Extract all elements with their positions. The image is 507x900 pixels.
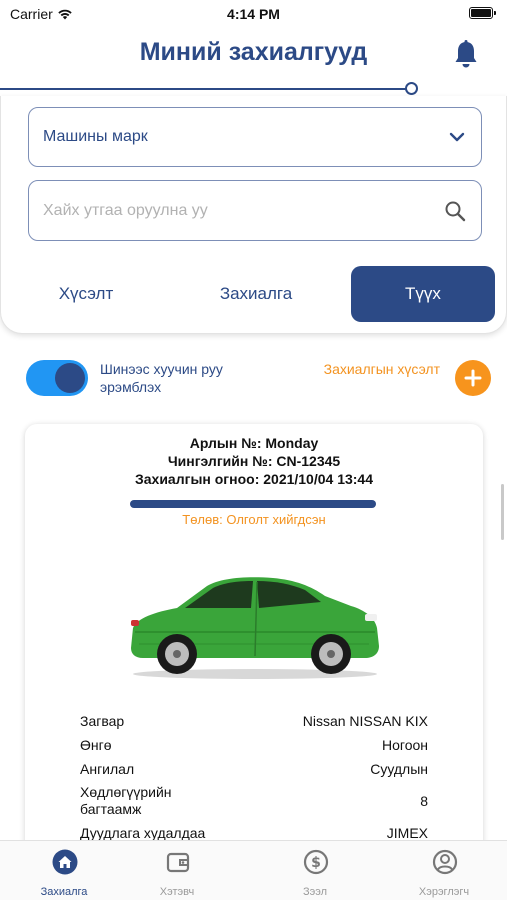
nav-item-user[interactable]: Хэрэглэгч (394, 841, 494, 900)
search-input[interactable] (43, 201, 423, 220)
spec-value: Nissan NISSAN KIX (302, 713, 428, 729)
order-request-label[interactable]: Захиалгын хүсэлт (320, 360, 440, 378)
nav-label: Захиалга (40, 886, 88, 898)
nav-label: Зээл (302, 886, 328, 898)
nav-item-loan[interactable]: $ Зээл (265, 841, 365, 900)
wallet-icon (166, 852, 190, 873)
order-card[interactable]: Арлын №: Monday Чингэлгийн №: CN-12345 З… (25, 424, 483, 864)
page-title: Миний захиалгууд (139, 38, 368, 66)
sort-label: Шинээс хуучин руу эрэмблэх (100, 361, 223, 395)
toggle-knob (55, 363, 85, 393)
home-icon (52, 849, 78, 875)
spec-value: Ногоон (382, 737, 428, 753)
container-number: Чингэлгийн №: CN-12345 (167, 453, 341, 469)
nav-item-orders[interactable]: Захиалга (14, 841, 114, 900)
progress-track (0, 88, 408, 90)
bottom-nav: Захиалга Хэтэвч $ Зээл Хэрэглэгч (0, 840, 507, 900)
car-image (131, 577, 379, 679)
sort-toggle[interactable] (26, 360, 88, 396)
tab-orders[interactable]: Захиалга (197, 266, 315, 322)
add-request-button[interactable] (455, 360, 491, 396)
spec-value: 8 (420, 793, 428, 809)
chevron-down-icon (449, 132, 465, 142)
tab-bar: Хүсэлт Захиалга Түүх (1, 266, 507, 322)
payment-status: Төлөв: Олголт хийгдсэн (182, 512, 326, 527)
plate-number: Арлын №: Monday (189, 435, 319, 451)
brand-select[interactable]: Машины марк (28, 107, 482, 167)
clock: 4:14 PM (227, 6, 280, 22)
plus-icon (464, 369, 482, 387)
spec-row-category: Ангилал Суудлын (80, 761, 428, 778)
nav-item-wallet[interactable]: Хэтэвч (127, 841, 227, 900)
dollar-icon: $ (303, 849, 329, 875)
bell-icon[interactable] (453, 40, 479, 68)
nav-label: Хэрэглэгч (418, 886, 470, 898)
search-box (28, 180, 482, 241)
spec-label: Өнгө (80, 737, 112, 753)
brand-select-value: Машины марк (43, 128, 148, 145)
tab-history[interactable]: Түүх (351, 266, 495, 322)
spec-row-model: Загвар Nissan NISSAN KIX (80, 713, 428, 730)
progress-knob (405, 82, 418, 95)
battery-icon (469, 7, 496, 19)
spec-label: Загвар (80, 713, 125, 729)
user-icon (432, 849, 458, 875)
tab-requests[interactable]: Хүсэлт (31, 266, 141, 322)
spec-row-color: Өнгө Ногоон (80, 737, 428, 754)
status-bar: Carrier 4:14 PM (0, 0, 507, 28)
svg-text:$: $ (311, 855, 321, 871)
nav-label: Хэтэвч (159, 886, 195, 898)
status-bar-indicator (130, 500, 376, 508)
spec-value: Суудлын (370, 761, 428, 777)
filter-panel: Машины марк Хүсэлт Захиалга Түүх (0, 96, 507, 334)
spec-label: Хөдлөгүүрийн багтаамж (80, 784, 172, 817)
search-icon[interactable] (443, 199, 467, 223)
scroll-indicator[interactable] (501, 484, 504, 540)
spec-row-engine: Хөдлөгүүрийн багтаамж 8 (80, 784, 428, 818)
spec-label: Ангилал (80, 761, 135, 777)
order-date: Захиалгын огноо: 2021/10/04 13:44 (134, 471, 374, 487)
